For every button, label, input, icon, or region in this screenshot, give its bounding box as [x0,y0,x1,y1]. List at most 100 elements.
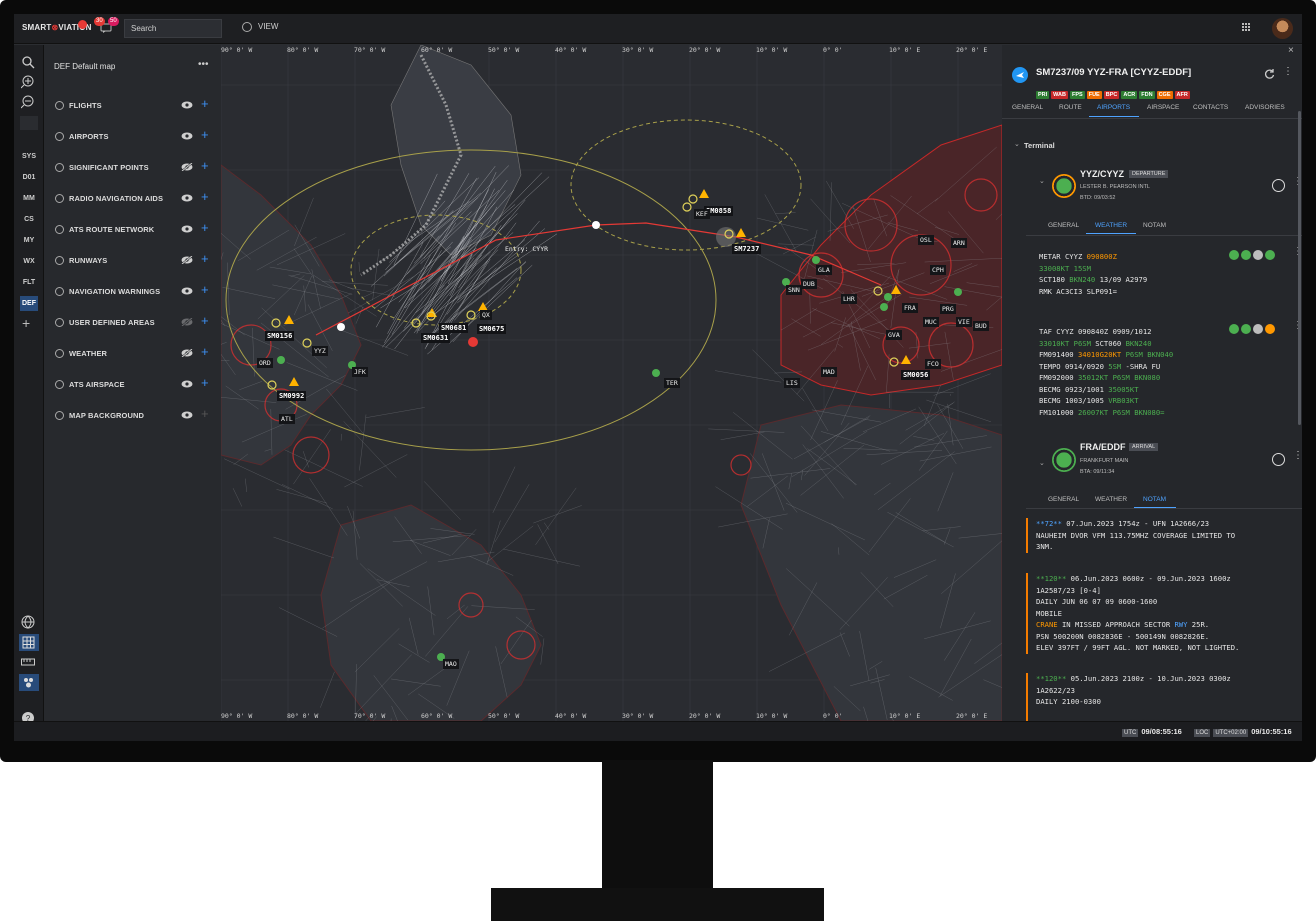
alert-badge[interactable] [78,20,87,29]
rail-sys[interactable]: SYS [20,149,38,164]
add-map-icon[interactable]: + [22,315,30,331]
departure-tab-general[interactable]: GENERAL [1048,222,1079,229]
airport-label[interactable]: PRG [940,304,956,314]
layer-row[interactable]: AIRPORTS + [44,124,221,150]
apps-grid-icon[interactable] [1242,23,1252,33]
map-view[interactable]: 90° 0' W 80° 0' W 70° 0' W 60° 0' W 50° 0' W… [221,45,1002,721]
airport-label[interactable]: YYZ [312,346,328,356]
rail-my[interactable]: MY [20,233,38,248]
add-layer-icon[interactable]: + [201,96,209,111]
airport-label[interactable]: FCO [925,359,941,369]
departure-tab-weather[interactable]: WEATHER [1095,222,1127,229]
add-layer-icon[interactable]: + [201,344,209,359]
flight-label[interactable]: SM0675 [477,324,507,334]
ruler-icon[interactable] [21,657,35,667]
search-icon[interactable] [21,55,35,69]
globe-icon[interactable] [21,615,35,629]
flight-label[interactable]: SM0681 [439,323,469,333]
close-icon[interactable]: × [1288,45,1294,56]
arrival-menu-icon[interactable]: ⋮ [1293,450,1302,461]
add-layer-icon[interactable]: + [201,127,209,142]
zoom-out-icon[interactable] [21,95,35,109]
airport-label[interactable]: OSL [918,235,934,245]
arrival-tab-general[interactable]: GENERAL [1048,496,1079,503]
airport-label[interactable]: KEF [694,209,710,219]
layer-row[interactable]: ATS ROUTE NETWORK + [44,217,221,243]
airport-label[interactable]: MAO [443,659,459,669]
airport-label[interactable]: ORD [257,358,273,368]
eye-icon[interactable] [181,101,193,109]
rail-cs[interactable]: CS [20,212,38,227]
view-button[interactable]: VIEW [242,22,278,32]
rail-d01[interactable]: D01 [20,170,38,185]
airport-label[interactable]: GLA [816,265,832,275]
map-canvas[interactable] [221,45,1002,721]
add-layer-icon[interactable]: + [201,158,209,173]
airport-label[interactable]: JFK [352,367,368,377]
eye-icon[interactable] [181,225,193,233]
arrival-collapse-icon[interactable]: ⌄ [1039,459,1045,467]
user-avatar[interactable] [1272,18,1293,39]
flight-tab-general[interactable]: GENERAL [1012,104,1043,111]
flight-label[interactable]: SM0992 [277,391,307,401]
airport-label[interactable]: VIE [956,317,972,327]
airport-label[interactable]: GVA [886,330,902,340]
locate-departure-icon[interactable] [1272,179,1285,192]
layer-row[interactable]: RUNWAYS + [44,248,221,274]
add-layer-icon[interactable]: + [201,251,209,266]
layers-tool[interactable] [19,674,39,691]
eye-icon[interactable] [181,411,193,419]
arrival-tab-weather[interactable]: WEATHER [1095,496,1127,503]
add-layer-icon[interactable]: + [201,406,209,421]
eye-icon[interactable] [181,380,193,388]
airport-label[interactable]: MAD [821,367,837,377]
add-layer-icon[interactable]: + [201,189,209,204]
layer-row[interactable]: RADIO NAVIGATION AIDS + [44,186,221,212]
flight-tab-route[interactable]: ROUTE [1059,104,1082,111]
airport-label[interactable]: BUD [973,321,989,331]
airport-label[interactable]: ARN [951,238,967,248]
add-layer-icon[interactable]: + [201,313,209,328]
flight-tab-advisories[interactable]: ADVISORIES [1245,104,1285,111]
layer-row[interactable]: FLIGHTS + [44,93,221,119]
airport-label[interactable]: LIS [784,378,800,388]
eye-icon[interactable] [181,287,193,295]
eye-icon[interactable] [181,132,193,140]
departure-collapse-icon[interactable]: ⌄ [1039,177,1045,185]
airport-label[interactable]: CPH [930,265,946,275]
airport-label[interactable]: QX [480,310,492,320]
zoom-in-icon[interactable] [21,75,35,89]
airport-label[interactable]: LHR [841,294,857,304]
layer-row[interactable]: SIGNIFICANT POINTS + [44,155,221,181]
rail-wx[interactable]: WX [20,254,38,269]
airport-label[interactable]: MUC [923,317,939,327]
flight-label[interactable]: SM7237 [732,244,762,254]
eye-off-icon[interactable] [181,256,193,264]
eye-off-icon[interactable] [181,318,193,326]
layer-row[interactable]: ATS AIRSPACE + [44,372,221,398]
layer-row[interactable]: WEATHER + [44,341,221,367]
rail-def[interactable]: DEF [20,296,38,311]
add-layer-icon[interactable]: + [201,375,209,390]
flight-label[interactable]: SM0056 [901,370,931,380]
add-layer-icon[interactable]: + [201,220,209,235]
panel-menu-icon[interactable]: ••• [198,59,209,70]
flight-menu-icon[interactable]: ⋮ [1283,66,1293,77]
flight-tab-airports[interactable]: AIRPORTS [1097,104,1130,111]
departure-tab-notam[interactable]: NOTAM [1143,222,1166,229]
rail-mm[interactable]: MM [20,191,38,206]
grid-tool[interactable] [19,634,39,651]
layer-row[interactable]: MAP BACKGROUND + [44,403,221,429]
airport-label[interactable]: SNN [786,285,802,295]
collapse-icon[interactable]: ⌄ [1014,140,1020,148]
flight-label[interactable]: SM0631 [421,333,451,343]
airport-label[interactable]: FRA [902,303,918,313]
rail-flt[interactable]: FLT [20,275,38,290]
flight-label[interactable]: SM0156 [265,331,295,341]
airport-label[interactable]: ATL [279,414,295,424]
search-input[interactable]: Search [124,19,222,38]
layer-row[interactable]: USER DEFINED AREAS + [44,310,221,336]
locate-arrival-icon[interactable] [1272,453,1285,466]
airport-label[interactable]: TER [664,378,680,388]
layer-row[interactable]: NAVIGATION WARNINGS + [44,279,221,305]
